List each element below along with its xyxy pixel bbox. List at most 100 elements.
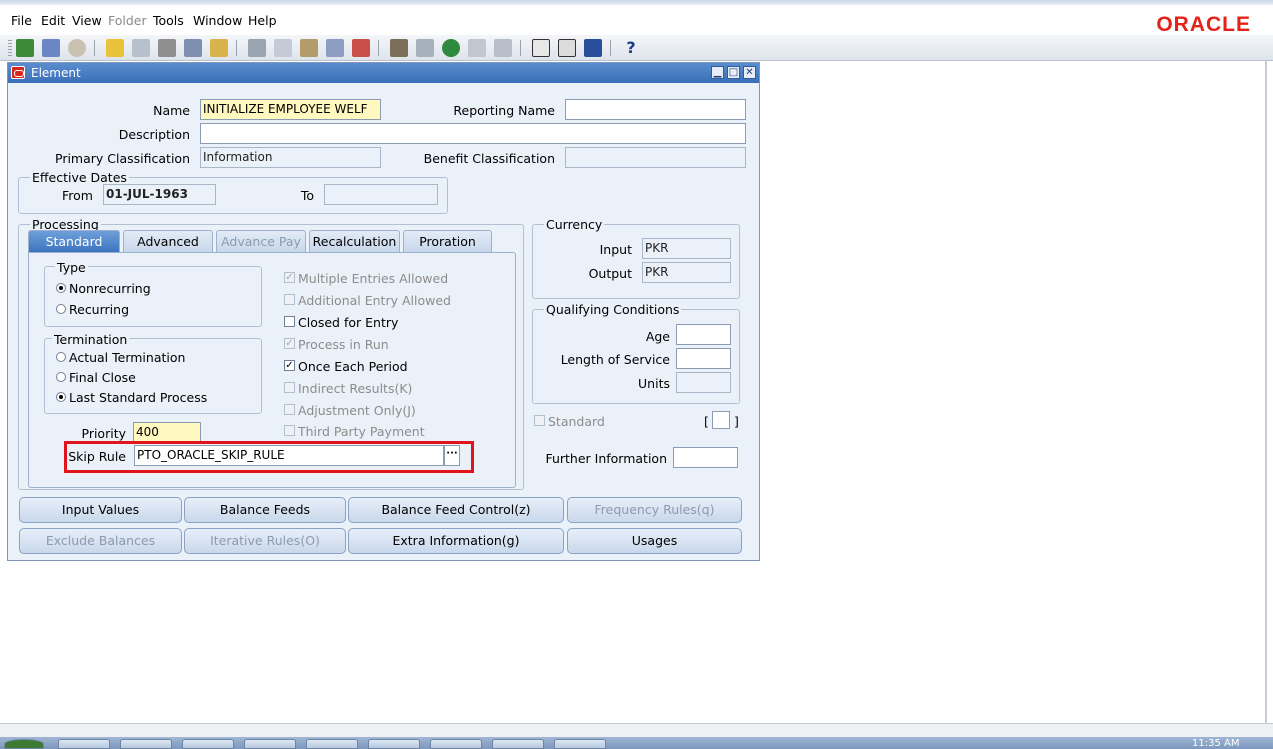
units-field[interactable] [676, 372, 731, 393]
to-date-field[interactable] [324, 184, 438, 205]
description-field[interactable] [200, 123, 746, 144]
edit-field-icon[interactable] [390, 39, 408, 57]
final-close-label[interactable]: Final Close [69, 370, 136, 385]
new-record-icon[interactable] [326, 39, 344, 57]
oracle-window-icon [11, 66, 25, 79]
attachments-icon[interactable] [468, 39, 486, 57]
maximize-icon[interactable]: □ [727, 66, 740, 79]
tab-advanced[interactable]: Advanced [123, 230, 213, 252]
indirect-results-checkbox[interactable] [284, 382, 295, 393]
menu-edit[interactable]: Edit [41, 13, 65, 28]
switch-responsibility-icon[interactable] [158, 39, 176, 57]
paste-icon[interactable] [300, 39, 318, 57]
browser-task-icon[interactable] [58, 739, 110, 749]
length-of-service-field[interactable] [676, 348, 731, 369]
navigator-icon[interactable] [68, 39, 86, 57]
multiple-entries-checkbox[interactable]: ✓ [284, 272, 295, 283]
name-field[interactable]: INITIALIZE EMPLOYEE WELF [200, 99, 381, 120]
extra-information-button[interactable]: Extra Information(g) [348, 528, 564, 554]
menu-help[interactable]: Help [248, 13, 277, 28]
frequency-rules-button[interactable]: Frequency Rules(q) [567, 497, 742, 523]
qualifying-conditions-title: Qualifying Conditions [544, 302, 682, 317]
exit-icon[interactable] [584, 39, 602, 57]
primary-classification-field[interactable]: Information [200, 147, 381, 168]
closed-for-entry-label[interactable]: Closed for Entry [298, 315, 398, 330]
tab-proration[interactable]: Proration [403, 230, 492, 252]
third-party-payment-checkbox[interactable] [284, 425, 295, 436]
print-icon[interactable] [184, 39, 202, 57]
app-task-icon[interactable] [368, 739, 420, 749]
once-each-period-label[interactable]: Once Each Period [298, 359, 408, 374]
app-task-icon[interactable] [554, 739, 606, 749]
to-label: To [300, 188, 314, 203]
type-group [44, 266, 262, 327]
calendar-icon[interactable] [532, 39, 550, 57]
actual-termination-radio[interactable] [56, 352, 66, 362]
tab-recalculation[interactable]: Recalculation [309, 230, 400, 252]
iterative-rules-button[interactable]: Iterative Rules(O) [184, 528, 346, 554]
closed-for-entry-checkbox[interactable] [284, 316, 295, 327]
save-icon[interactable] [106, 39, 124, 57]
reporting-name-field[interactable] [565, 99, 746, 120]
oracle-task-icon[interactable] [244, 739, 296, 749]
menu-tools[interactable]: Tools [153, 13, 184, 28]
standard-checkbox[interactable] [534, 415, 545, 426]
zoom-icon[interactable] [416, 39, 434, 57]
additional-entry-checkbox[interactable] [284, 294, 295, 305]
start-icon[interactable] [4, 739, 44, 749]
new-icon[interactable] [16, 39, 34, 57]
menu-window[interactable]: Window [193, 13, 242, 28]
benefit-classification-field[interactable] [565, 147, 746, 168]
balance-feed-control-button[interactable]: Balance Feed Control(z) [348, 497, 564, 523]
app-task-icon[interactable] [492, 739, 544, 749]
folder-tools-icon[interactable] [494, 39, 512, 57]
nonrecurring-radio[interactable] [56, 283, 66, 293]
process-in-run-checkbox[interactable]: ✓ [284, 338, 295, 349]
input-currency-label: Input [599, 242, 632, 257]
help-icon[interactable]: ? [622, 39, 640, 57]
tab-standard[interactable]: Standard [28, 230, 120, 252]
age-field[interactable] [676, 324, 731, 345]
find-icon[interactable] [42, 39, 60, 57]
cut-icon[interactable] [248, 39, 266, 57]
descriptive-flexfield[interactable] [712, 411, 730, 429]
word-task-icon[interactable] [430, 739, 482, 749]
close-form-icon[interactable] [210, 39, 228, 57]
horizontal-scrollbar[interactable] [0, 723, 1273, 737]
output-currency-field[interactable]: PKR [642, 262, 731, 283]
last-standard-process-label[interactable]: Last Standard Process [69, 390, 207, 405]
final-close-radio[interactable] [56, 372, 66, 382]
recurring-radio[interactable] [56, 304, 66, 314]
input-values-button[interactable]: Input Values [19, 497, 182, 523]
window-titlebar[interactable]: Element ▁ □ ✕ [8, 63, 759, 83]
minimize-icon[interactable]: ▁ [711, 66, 724, 79]
schedule-icon[interactable] [558, 39, 576, 57]
app-task-icon[interactable] [306, 739, 358, 749]
tab-advance-pay[interactable]: Advance Pay [216, 230, 306, 252]
adjustment-only-checkbox[interactable] [284, 404, 295, 415]
window-edge [1265, 61, 1267, 723]
balance-feeds-button[interactable]: Balance Feeds [184, 497, 346, 523]
actual-termination-label[interactable]: Actual Termination [69, 350, 185, 365]
usages-button[interactable]: Usages [567, 528, 742, 554]
copy-icon[interactable] [274, 39, 292, 57]
from-date-field[interactable]: 01-JUL-1963 [103, 184, 216, 205]
menu-folder[interactable]: Folder [108, 13, 147, 28]
last-standard-process-radio[interactable] [56, 392, 66, 402]
next-step-icon[interactable] [132, 39, 150, 57]
menu-view[interactable]: View [72, 13, 102, 28]
nonrecurring-label[interactable]: Nonrecurring [69, 281, 151, 296]
input-currency-field[interactable]: PKR [642, 238, 731, 259]
once-each-period-checkbox[interactable]: ✓ [284, 360, 295, 371]
close-icon[interactable]: ✕ [743, 66, 756, 79]
delete-record-icon[interactable] [352, 39, 370, 57]
recurring-label[interactable]: Recurring [69, 302, 129, 317]
explorer-task-icon[interactable] [120, 739, 172, 749]
translations-icon[interactable] [442, 39, 460, 57]
app-task-icon[interactable] [182, 739, 234, 749]
further-information-field[interactable] [673, 447, 738, 468]
menu-file[interactable]: File [11, 13, 32, 28]
multiple-entries-label: Multiple Entries Allowed [298, 271, 449, 286]
priority-field[interactable]: 400 [133, 422, 201, 443]
exclude-balances-button[interactable]: Exclude Balances [19, 528, 182, 554]
